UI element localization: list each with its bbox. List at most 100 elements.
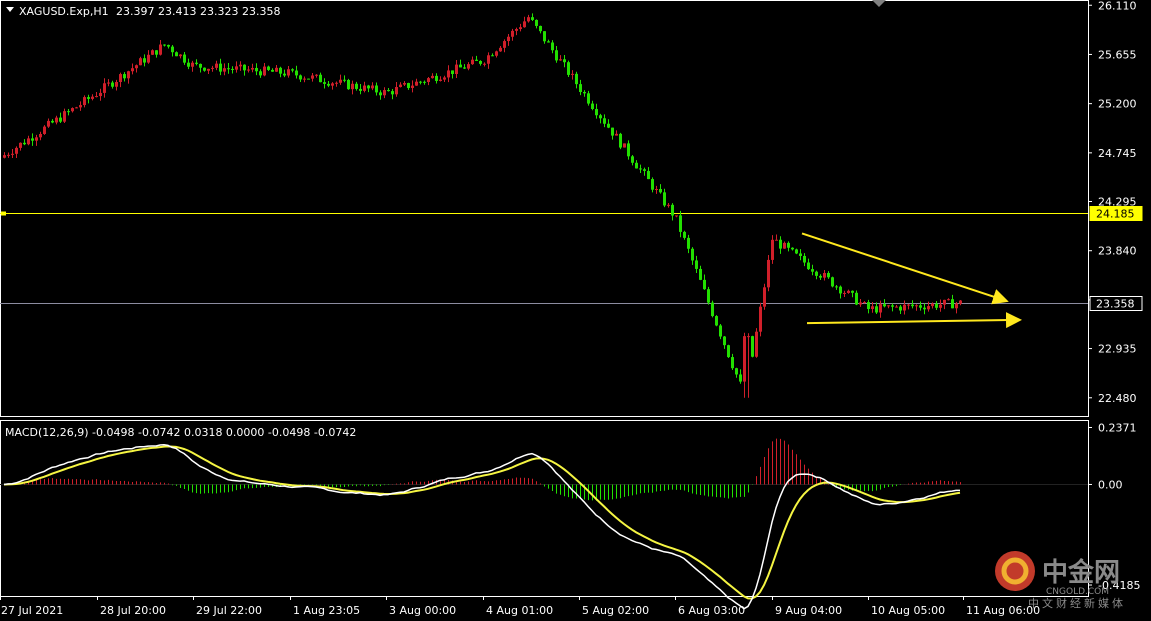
candle-body bbox=[663, 192, 666, 206]
candle-body bbox=[899, 306, 902, 311]
price-tick-label: 26.110 bbox=[1098, 0, 1137, 12]
candle-body bbox=[519, 27, 522, 30]
candle-body bbox=[787, 242, 790, 248]
price-levels: 24.185 23.358 bbox=[0, 206, 1143, 311]
time-tick-label: 5 Aug 02:00 bbox=[582, 604, 649, 617]
candle-body bbox=[347, 79, 350, 90]
candle-body bbox=[867, 302, 870, 310]
candle-body bbox=[595, 108, 598, 116]
candle-body bbox=[583, 91, 586, 94]
candle-body bbox=[215, 63, 218, 68]
candle-body bbox=[799, 253, 802, 256]
price-axis: 26.11025.65525.20024.74524.29523.84023.3… bbox=[1088, 0, 1137, 405]
resistance-level-label: 24.185 bbox=[1096, 208, 1135, 221]
candle-body bbox=[535, 19, 538, 26]
candle-body bbox=[795, 249, 798, 254]
candle-body bbox=[943, 299, 946, 305]
macd-tick-label: 0.00 bbox=[1098, 478, 1123, 491]
candle-body bbox=[199, 63, 202, 68]
candlestick-series bbox=[3, 13, 962, 398]
candle-body bbox=[715, 316, 718, 326]
chart-menu-arrow-icon[interactable] bbox=[6, 7, 14, 12]
candle-body bbox=[343, 79, 346, 81]
trading-chart[interactable]: 26.11025.65525.20024.74524.29523.84023.3… bbox=[0, 0, 1151, 621]
candle-body bbox=[671, 204, 674, 216]
candle-body bbox=[607, 123, 610, 128]
candle-body bbox=[887, 305, 890, 307]
candle-body bbox=[639, 168, 642, 170]
candle-body bbox=[847, 290, 850, 293]
candle-body bbox=[191, 62, 194, 67]
watermark-en-name: CNGOLD.COM bbox=[1046, 587, 1109, 597]
candle-body bbox=[311, 75, 314, 79]
macd-main-line bbox=[3, 444, 960, 610]
candle-body bbox=[471, 59, 474, 65]
ohlc-readout: 23.397 23.413 23.323 23.358 bbox=[116, 5, 280, 18]
candle-body bbox=[907, 304, 910, 306]
candle-body bbox=[459, 64, 462, 68]
watermark-subtitle: 中文财经新媒体 bbox=[1028, 596, 1126, 610]
candle-body bbox=[419, 81, 422, 83]
candle-body bbox=[415, 81, 418, 86]
candle-body bbox=[319, 74, 322, 83]
time-axis: 27 Jul 2021 28 Jul 20:00 29 Jul 22:00 1 Aug… bbox=[0, 596, 1040, 617]
candle-body bbox=[99, 92, 102, 97]
candle-body bbox=[135, 65, 138, 69]
candle-body bbox=[511, 30, 514, 37]
candle-body bbox=[227, 68, 230, 70]
candle-body bbox=[647, 170, 650, 180]
candle-body bbox=[379, 92, 382, 96]
scroll-shift-marker-icon[interactable] bbox=[872, 0, 886, 7]
candle-body bbox=[951, 299, 954, 309]
candle-body bbox=[291, 69, 294, 71]
candle-body bbox=[423, 81, 426, 83]
candle-body bbox=[399, 84, 402, 88]
candle-body bbox=[923, 307, 926, 310]
trendlines[interactable] bbox=[801, 232, 1022, 329]
candle-body bbox=[779, 239, 782, 249]
candle-body bbox=[95, 96, 98, 98]
candle-body bbox=[167, 44, 170, 47]
candle-body bbox=[895, 306, 898, 308]
candle-body bbox=[391, 91, 394, 95]
price-tick-label: 23.840 bbox=[1098, 245, 1137, 258]
candle-body bbox=[263, 66, 266, 76]
candle-body bbox=[631, 156, 634, 163]
candle-body bbox=[835, 286, 838, 288]
candle-body bbox=[175, 52, 178, 57]
candle-body bbox=[527, 17, 530, 22]
candle-body bbox=[703, 279, 706, 290]
candle-body bbox=[179, 54, 182, 57]
candle-body bbox=[131, 68, 134, 72]
trendline-upper[interactable] bbox=[801, 232, 1009, 305]
price-panel-frame bbox=[0, 0, 1089, 417]
candle-body bbox=[243, 64, 246, 71]
candle-body bbox=[231, 68, 234, 70]
candle-body bbox=[3, 155, 6, 158]
candle-body bbox=[783, 242, 786, 249]
candle-body bbox=[299, 75, 302, 80]
candle-body bbox=[683, 231, 686, 238]
candle-body bbox=[75, 107, 78, 109]
candle-body bbox=[623, 143, 626, 148]
trendline-lower[interactable] bbox=[806, 312, 1022, 329]
candle-body bbox=[675, 215, 678, 217]
candle-body bbox=[767, 259, 770, 288]
candle-body bbox=[123, 74, 126, 79]
candle-body bbox=[699, 268, 702, 280]
candle-body bbox=[287, 69, 290, 76]
candle-body bbox=[211, 67, 214, 69]
candle-body bbox=[475, 59, 478, 61]
candle-body bbox=[163, 44, 166, 46]
candle-body bbox=[43, 126, 46, 134]
macd-title: MACD(12,26,9) -0.0498 -0.0742 0.0318 0.0… bbox=[5, 426, 356, 439]
candle-body bbox=[339, 79, 342, 83]
candle-body bbox=[307, 78, 310, 80]
time-tick-label: 28 Jul 20:00 bbox=[100, 604, 166, 617]
resistance-level-handle[interactable] bbox=[1, 211, 6, 216]
candle-body bbox=[739, 374, 742, 382]
candle-body bbox=[155, 50, 158, 55]
candle-body bbox=[463, 67, 466, 69]
candle-body bbox=[771, 239, 774, 260]
candle-body bbox=[251, 67, 254, 70]
